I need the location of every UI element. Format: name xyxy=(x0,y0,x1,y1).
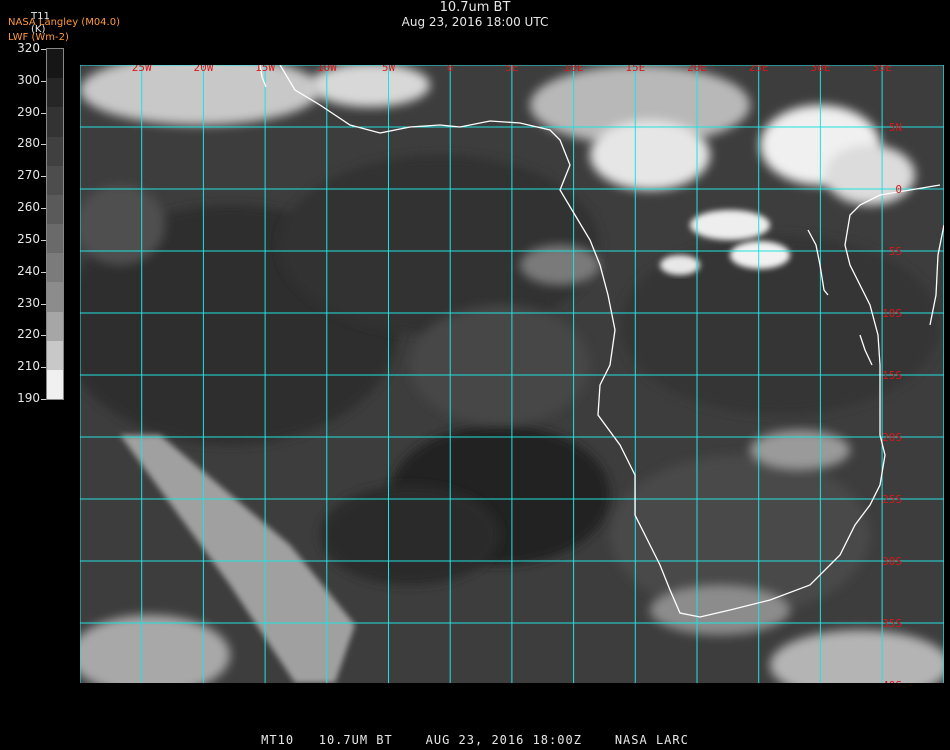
colorbar-tick-label: 230 xyxy=(17,295,40,310)
latitude-label: 10S xyxy=(882,307,902,320)
longitude-label: 25E xyxy=(749,65,769,74)
colorbar-tick-label: 300 xyxy=(17,72,40,87)
longitude-label: 20E xyxy=(687,65,707,74)
colorbar-variable: T11 xyxy=(31,11,50,22)
colorbar-segment xyxy=(47,253,63,283)
colorbar-segment xyxy=(47,282,63,312)
colorbar-tick-label: 280 xyxy=(17,136,40,151)
colorbar-tick-label: 210 xyxy=(17,359,40,374)
latitude-label: 25S xyxy=(882,493,902,506)
colorbar-tick-label: 190 xyxy=(17,391,40,405)
colorbar-tick xyxy=(41,112,46,114)
colorbar-tick xyxy=(41,144,46,146)
longitude-label: 5W xyxy=(382,65,396,74)
longitude-label: 0 xyxy=(447,65,454,74)
colorbar-tick xyxy=(41,399,46,400)
longitude-label: 5E xyxy=(505,65,518,74)
colorbar xyxy=(46,48,64,400)
colorbar-tick xyxy=(41,239,46,241)
colorbar-tick xyxy=(41,367,46,369)
colorbar-segment xyxy=(47,340,63,371)
colorbar-segment xyxy=(47,78,63,108)
colorbar-tick xyxy=(41,303,46,305)
colorbar-tick xyxy=(41,271,46,273)
colorbar-segment xyxy=(47,369,63,400)
colorbar-segment xyxy=(47,224,63,254)
longitude-label: 30E xyxy=(810,65,830,74)
colorbar-segment xyxy=(47,194,63,225)
colorbar-tick-label: 220 xyxy=(17,327,40,342)
latitude-label: 20S xyxy=(882,431,902,444)
latitude-label: 5S xyxy=(889,245,902,258)
latitude-label: 40S xyxy=(882,679,902,683)
colorbar-segment xyxy=(47,49,63,79)
colorbar-tick xyxy=(41,208,46,210)
colorbar-tick xyxy=(41,49,46,50)
longitude-label: 10W xyxy=(317,65,337,74)
latitude-label: 0 xyxy=(895,183,902,196)
longitude-label: 15E xyxy=(625,65,645,74)
latitude-label: 35S xyxy=(882,617,902,630)
longitude-label: 15W xyxy=(255,65,275,74)
longitude-label: 10E xyxy=(564,65,584,74)
colorbar-segment xyxy=(47,165,63,196)
colorbar-unit: (K) xyxy=(31,24,46,35)
colorbar-tick-label: 320 xyxy=(17,41,40,55)
image-title: 10.7um BT xyxy=(439,0,511,15)
latitude-label: 15S xyxy=(882,369,902,382)
image-timestamp: Aug 23, 2016 18:00 UTC xyxy=(401,15,549,29)
source-credit: NASA Langley (M04.0) xyxy=(8,17,120,28)
colorbar-tick xyxy=(41,335,46,337)
satellite-map: 25W 20W 15W 10W 5W 0 5E 10E 15E 20E 25E 30E 35E 5N 0 5S… xyxy=(80,65,944,683)
colorbar-tick-label: 290 xyxy=(17,104,40,119)
colorbar-tick-label: 260 xyxy=(17,200,40,215)
longitude-label: 20W xyxy=(193,65,213,74)
colorbar-tick-label: 250 xyxy=(17,231,40,246)
colorbar-tick xyxy=(41,176,46,178)
footer-caption: MT10 10.7UM BT AUG 23, 2016 18:00Z NASA … xyxy=(261,733,689,747)
colorbar-segment xyxy=(47,107,63,137)
longitude-label: 25W xyxy=(132,65,152,74)
colorbar-tick-label: 270 xyxy=(17,168,40,183)
colorbar-tick xyxy=(41,80,46,82)
longitude-label: 35E xyxy=(872,65,892,74)
latitude-label: 30S xyxy=(882,555,902,568)
colorbar-segment xyxy=(47,311,63,342)
colorbar-segment xyxy=(47,136,63,167)
colorbar-tick-label: 240 xyxy=(17,263,40,278)
latitude-label: 5N xyxy=(889,121,902,134)
